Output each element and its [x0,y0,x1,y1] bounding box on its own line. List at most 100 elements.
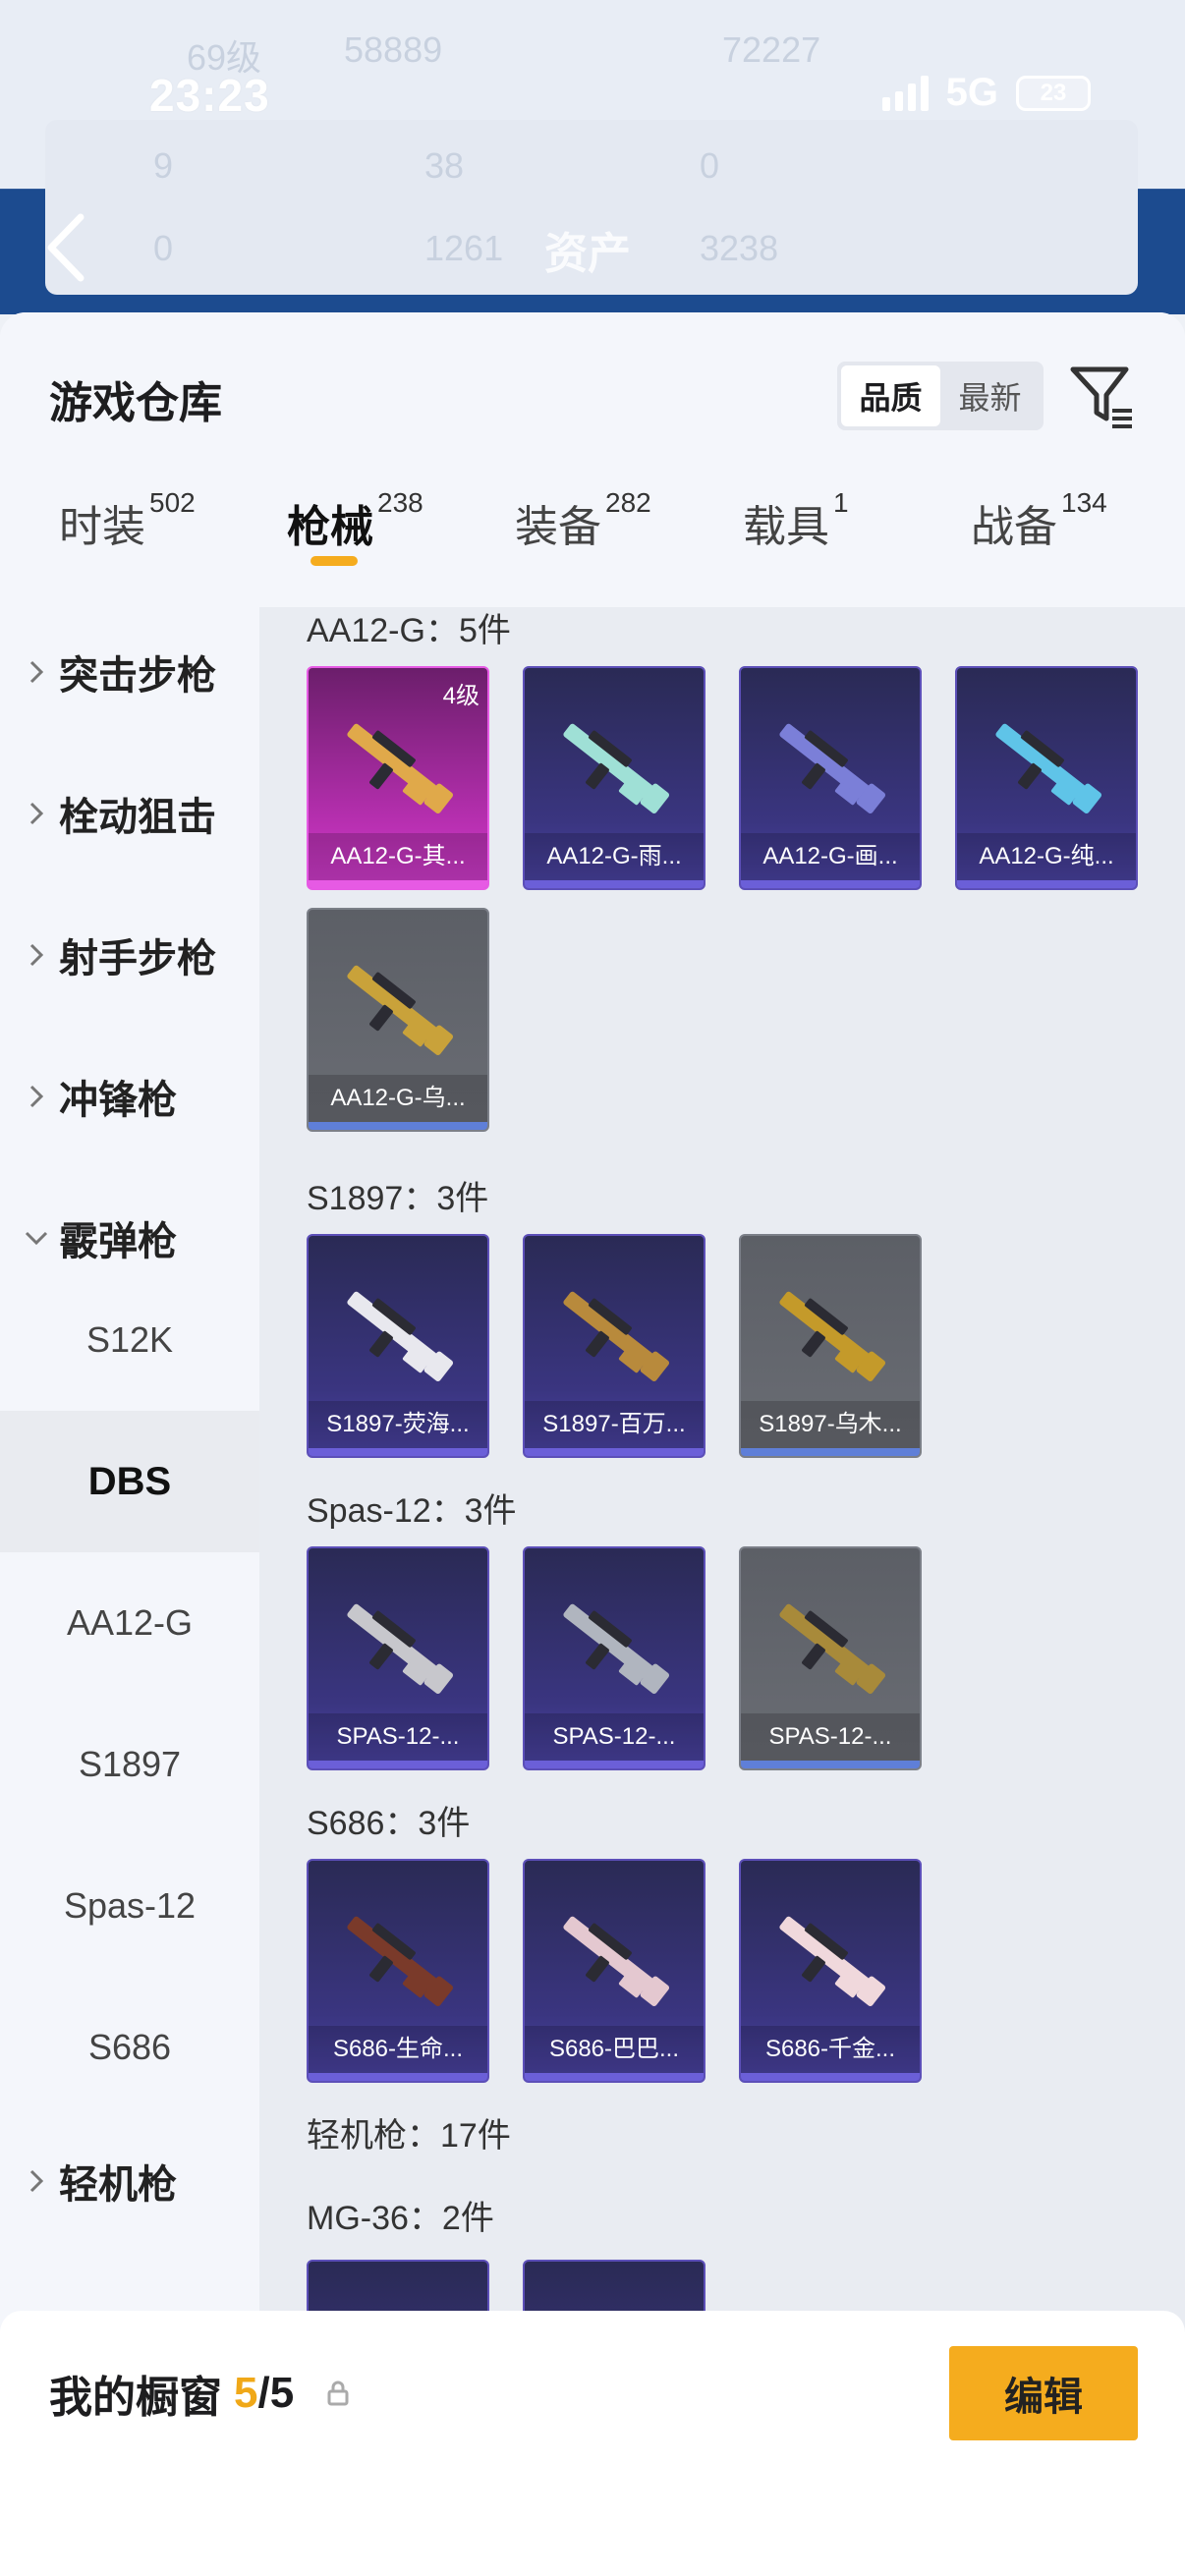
weapon-skin-image [563,1603,670,1694]
weapon-skin-card[interactable]: AA12-G-乌... [307,908,489,1132]
rarity-bar [525,880,704,888]
chevron-right-icon [29,2169,44,2193]
category-smg[interactable]: 冲锋枪 [0,1057,259,1136]
chevron-right-icon [29,943,44,967]
weapon-skin-image [563,1916,670,2006]
tab-count: 282 [605,487,651,518]
skin-name: AA12-G-其... [309,833,487,880]
weapon-skin-card[interactable]: S686-生命... [307,1859,489,2083]
skin-name: AA12-G-乌... [309,1075,487,1122]
weapon-skin-grid: AA12-G：5件 S1897：3件 Spas-12：3件 S686：3件 轻机… [259,607,1185,2576]
group-title-spas-12: Spas-12：3件 [307,1492,517,1530]
skin-name: SPAS-12-... [741,1713,920,1761]
back-arrow-icon[interactable] [43,211,90,284]
subcategory-dbs[interactable]: DBS [0,1411,259,1552]
my-showcase-bar: 我的橱窗 5 / 5 编辑 [0,2311,1185,2576]
game-warehouse-sheet: 游戏仓库 品质 最新 时装 502 枪械 238 装备 282 载具 1 战备 … [0,312,1185,2576]
filter-icon[interactable] [1069,362,1136,430]
tab-label: 战备 [971,503,1057,551]
lock-icon [327,2380,349,2406]
weapon-skin-image [347,1603,454,1694]
category-assault-rifle[interactable]: 突击步枪 [0,633,259,711]
weapon-skin-image [347,965,454,1055]
category-label: 冲锋枪 [59,1079,177,1122]
tab-label: 装备 [515,503,601,551]
category-marksman-rifle[interactable]: 射手步枪 [0,916,259,994]
ghost-stat-2: 38 [424,145,465,186]
ghost-stat-3: 0 [700,145,720,186]
showcase-count-separator: / [257,2369,270,2417]
tab-count: 502 [149,487,196,518]
subcategory-s1897[interactable]: S1897 [0,1694,259,1835]
subcategory-s12k[interactable]: S12K [0,1269,259,1411]
weapon-category-sidebar: 突击步枪 栓动狙击 射手步枪 冲锋枪 霰弹枪 S12K DBS AA12-G S… [0,607,259,2576]
chevron-right-icon [29,660,44,684]
skin-name: AA12-G-雨... [525,833,704,880]
category-label: 射手步枪 [59,937,216,980]
edit-button[interactable]: 编辑 [949,2346,1138,2440]
tab-equipment[interactable]: 装备 282 [515,487,651,554]
rarity-bar [309,880,487,888]
category-bolt-sniper[interactable]: 栓动狙击 [0,774,259,853]
showcase-title-row: 我的橱窗 5 / 5 [49,2362,353,2425]
rarity-bar [309,1448,487,1456]
group-title-s686: S686：3件 [307,1805,471,1842]
group-title-aa12-g: AA12-G：5件 [307,612,511,649]
weapon-skin-card[interactable]: AA12-G-雨... [523,666,705,890]
rarity-bar [525,1448,704,1456]
sort-option-quality[interactable]: 品质 [841,365,940,426]
skin-name: AA12-G-画... [741,833,920,880]
rarity-bar [309,1761,487,1768]
background-page-title: 资产 [544,230,631,278]
weapon-skin-card[interactable]: SPAS-12-... [739,1546,922,1770]
category-shotgun[interactable]: 霰弹枪 [0,1199,259,1277]
rarity-bar [741,880,920,888]
weapon-skin-image [779,1603,886,1694]
skin-name: S1897-乌木... [741,1401,920,1448]
weapon-skin-card[interactable]: S1897-乌木... [739,1234,922,1458]
weapon-skin-card[interactable]: AA12-G-画... [739,666,922,890]
skin-name: S686-千金... [741,2026,920,2073]
showcase-current-count: 5 [234,2369,258,2417]
tab-vehicles[interactable]: 载具 1 [743,487,849,554]
tab-label: 载具 [743,503,829,551]
tab-count: 134 [1061,487,1107,518]
weapon-skin-image [563,723,670,813]
category-label: 栓动狙击 [59,796,216,839]
weapon-skin-card[interactable]: AA12-G-纯... [955,666,1138,890]
weapon-skin-card[interactable]: S686-千金... [739,1859,922,2083]
category-lmg[interactable]: 轻机枪 [0,2142,259,2220]
subcategory-s686[interactable]: S686 [0,1977,259,2118]
rarity-bar [525,2073,704,2081]
subcategory-spas-12[interactable]: Spas-12 [0,1835,259,1977]
ghost-stat-5: 1261 [424,228,504,268]
tab-label: 时装 [59,503,145,551]
tab-firearms[interactable]: 枪械 238 [287,487,423,566]
rarity-bar [741,1448,920,1456]
status-indicators: 5G 23 [881,71,1091,115]
weapon-skin-card[interactable]: S686-巴巴... [523,1859,705,2083]
signal-icon [881,75,929,111]
chevron-down-icon [25,1231,48,1246]
weapon-skin-image [779,723,886,813]
subcategory-aa12-g[interactable]: AA12-G [0,1552,259,1694]
rarity-bar [309,2073,487,2081]
tab-supplies[interactable]: 战备 134 [971,487,1107,554]
category-label: 突击步枪 [59,654,216,698]
category-label: 轻机枪 [59,2163,177,2207]
battery-icon: 23 [1016,75,1091,111]
weapon-skin-card[interactable]: S1897-荧海... [307,1234,489,1458]
category-tabs: 时装 502 枪械 238 装备 282 载具 1 战备 134 [0,487,1185,599]
weapon-skin-card[interactable]: SPAS-12-... [523,1546,705,1770]
sort-option-newest[interactable]: 最新 [940,365,1040,426]
rarity-bar [957,880,1136,888]
rarity-bar [309,1122,487,1130]
tab-count: 238 [377,487,423,518]
skin-name: S686-生命... [309,2026,487,2073]
weapon-skin-card[interactable]: 4级 AA12-G-其... [307,666,489,890]
weapon-skin-card[interactable]: SPAS-12-... [307,1546,489,1770]
weapon-skin-card[interactable]: S1897-百万... [523,1234,705,1458]
chevron-right-icon [29,1085,44,1108]
tab-fashion[interactable]: 时装 502 [59,487,196,554]
sort-toggle: 品质 最新 [837,362,1044,430]
